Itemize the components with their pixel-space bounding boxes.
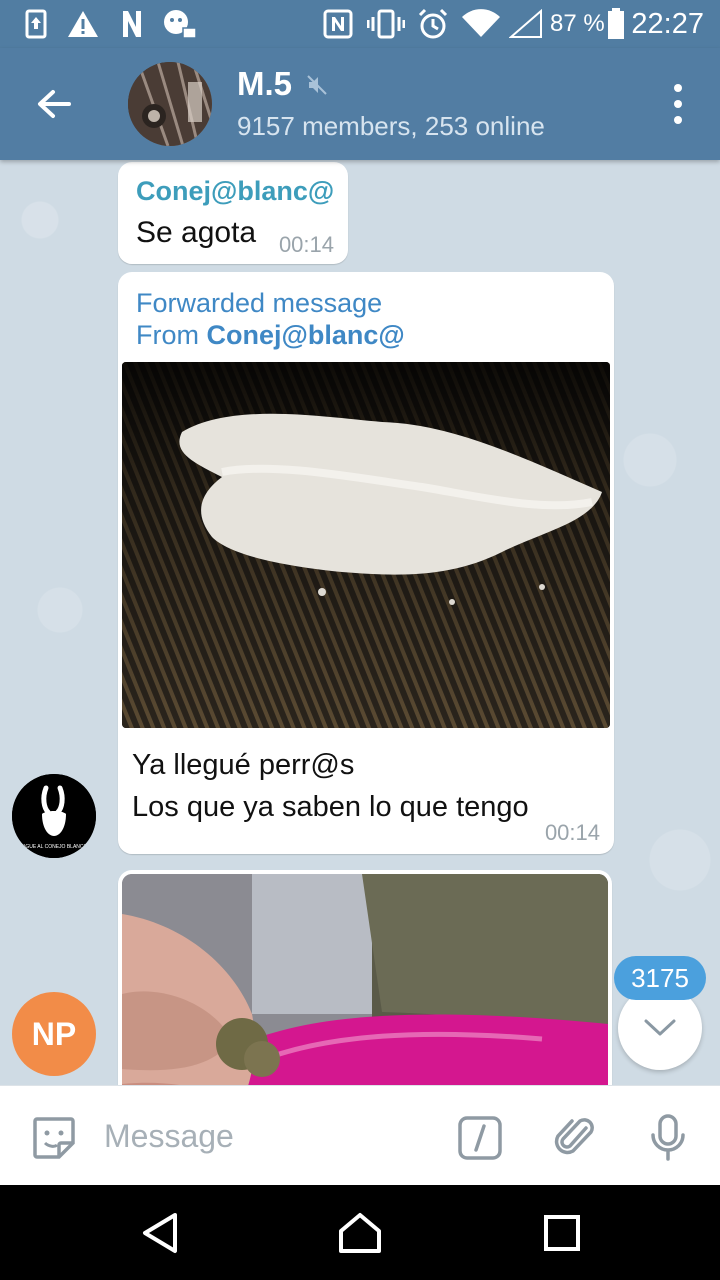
attach-icon[interactable] [552, 1114, 600, 1162]
dot-icon [674, 100, 682, 108]
chat-title[interactable]: M.5 [237, 64, 292, 104]
group-avatar[interactable] [128, 62, 212, 146]
message-input-bar [0, 1085, 720, 1185]
more-menu-button[interactable] [666, 84, 690, 124]
message-list[interactable]: Conej@blanc@ Se agota 00:14 Forwarded me… [0, 160, 720, 1085]
home-icon [339, 1213, 381, 1253]
recents-icon [544, 1215, 580, 1251]
caption-line: Ya llegué perr@s [132, 749, 355, 781]
battery-percent: 87 % [550, 10, 605, 37]
message-photo[interactable] [122, 874, 608, 1085]
forwarded-prefix: From [136, 320, 207, 350]
back-arrow-icon [38, 90, 71, 118]
message-input[interactable] [104, 1112, 424, 1160]
vibrate-icon [366, 8, 406, 40]
nav-home-button[interactable] [334, 1207, 386, 1259]
notification-app-icon [160, 8, 198, 40]
chevron-down-icon [644, 1019, 676, 1036]
warning-icon [66, 8, 100, 40]
message-photo[interactable] [122, 362, 610, 728]
status-time: 22:27 [631, 8, 704, 40]
wifi-icon [460, 8, 502, 40]
microphone-icon[interactable] [644, 1114, 692, 1162]
message-caption: Ya llegué perr@s Los que ya saben lo que… [132, 744, 529, 828]
upload-icon [24, 8, 48, 40]
battery-icon [606, 8, 626, 40]
nfc-icon [322, 8, 354, 40]
dot-icon [674, 116, 682, 124]
forwarded-label: Forwarded message [136, 288, 383, 318]
nav-recents-button[interactable] [536, 1207, 588, 1259]
forwarded-sender[interactable]: Conej@blanc@ [207, 320, 405, 350]
status-bar: 87 % 22:27 [0, 0, 720, 48]
bot-command-icon[interactable] [456, 1114, 504, 1162]
triangle-back-icon [143, 1213, 177, 1253]
message-time: 00:14 [544, 820, 600, 845]
sender-avatar[interactable]: SIGUE AL CONEJO BLANCO [12, 774, 96, 858]
unread-count-badge[interactable]: 3175 [614, 956, 706, 1000]
dot-icon [674, 84, 682, 92]
alarm-icon [416, 8, 450, 40]
sticker-icon[interactable] [30, 1114, 78, 1162]
forwarded-message-bubble[interactable]: Forwarded message From Conej@blanc@ Ya l… [118, 272, 614, 854]
message-sender[interactable]: Conej@blanc@ [136, 176, 334, 207]
message-text: Se agota [136, 216, 257, 249]
message-bubble[interactable]: Conej@blanc@ Se agota 00:14 [118, 162, 348, 264]
np-avatar[interactable]: NP [12, 992, 96, 1076]
n-app-icon [118, 8, 146, 40]
system-nav-bar [0, 1185, 720, 1280]
sender-avatar-text: SIGUE AL CONEJO BLANCO [21, 844, 88, 850]
forwarded-from[interactable]: From Conej@blanc@ [136, 320, 405, 351]
mute-icon [306, 74, 328, 101]
caption-line: Los que ya saben lo que tengo [132, 791, 529, 823]
signal-icon [508, 8, 544, 40]
back-button[interactable] [24, 76, 84, 132]
chat-member-count: 9157 members, 253 online [237, 111, 545, 141]
chat-header: M.5 9157 members, 253 online [0, 48, 720, 160]
message-time: 00:14 [278, 232, 334, 257]
photo-message-bubble[interactable] [118, 870, 612, 1085]
nav-back-button[interactable] [134, 1207, 186, 1259]
